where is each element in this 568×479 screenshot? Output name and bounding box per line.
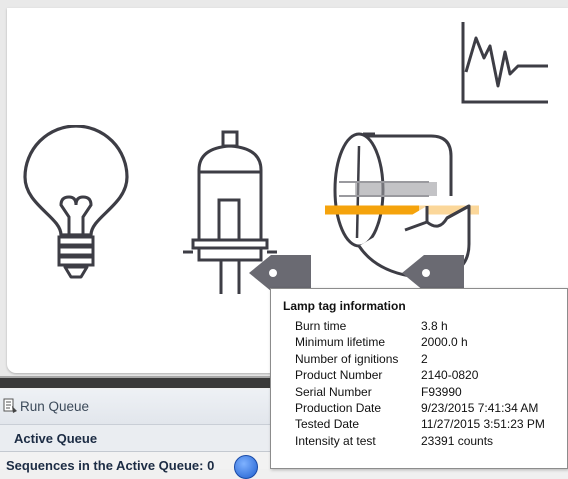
tooltip-row-intensity-at-test: Intensity at test 23391 counts bbox=[271, 434, 567, 449]
tooltip-row-label: Minimum lifetime bbox=[295, 335, 386, 350]
tooltip-row-value: F93990 bbox=[421, 384, 462, 399]
active-queue-label: Active Queue bbox=[14, 431, 98, 446]
tooltip-row-label: Product Number bbox=[295, 368, 383, 383]
tooltip-row-value: 9/23/2015 7:41:34 AM bbox=[421, 401, 539, 415]
tooltip-row-label: Production Date bbox=[295, 401, 382, 415]
lamp-tag-tooltip: Lamp tag information Burn time 3.8 h Minim… bbox=[270, 288, 568, 469]
tooltip-row-value: 23391 counts bbox=[421, 433, 494, 448]
tooltip-row-number-of-ignitions: Number of ignitions 2 bbox=[271, 352, 567, 367]
pause-queue-button[interactable] bbox=[234, 455, 258, 479]
tooltip-row-label: Number of ignitions bbox=[295, 351, 399, 366]
tooltip-row-product-number: Product Number 2140-0820 bbox=[271, 368, 567, 383]
tooltip-row-production-date: Production Date 9/23/2015 7:41:34 AM bbox=[271, 401, 567, 416]
tooltip-row-value: 11/27/2015 3:51:23 PM bbox=[421, 417, 545, 432]
lamp-tag-icon[interactable] bbox=[249, 253, 313, 293]
tooltip-row-label: Intensity at test bbox=[295, 433, 376, 448]
tooltip-title: Lamp tag information bbox=[283, 299, 406, 313]
tooltip-row-label: Tested Date bbox=[295, 417, 360, 432]
signal-chart-icon[interactable] bbox=[460, 22, 550, 112]
tooltip-row-serial-number: Serial Number F93990 bbox=[271, 385, 567, 400]
tooltip-row-label: Burn time bbox=[295, 319, 347, 333]
tooltip-row-minimum-lifetime: Minimum lifetime 2000.0 h bbox=[271, 335, 567, 350]
tooltip-row-tested-date: Tested Date 11/27/2015 3:51:23 PM bbox=[271, 417, 567, 432]
lamp-tag-icon[interactable] bbox=[402, 253, 466, 293]
tooltip-row-value: 3.8 h bbox=[421, 319, 448, 333]
tooltip-row-value: 2000.0 h bbox=[421, 335, 468, 350]
run-queue-icon bbox=[3, 398, 17, 413]
tooltip-row-label: Serial Number bbox=[295, 384, 372, 399]
run-queue-label: Run Queue bbox=[20, 399, 90, 414]
tooltip-row-value: 2 bbox=[421, 351, 428, 366]
light-bulb-icon[interactable] bbox=[21, 125, 131, 285]
tooltip-row-burn-time: Burn time 3.8 h bbox=[271, 319, 567, 334]
tooltip-row-value: 2140-0820 bbox=[421, 368, 479, 383]
sequences-count-label: Sequences in the Active Queue: 0 bbox=[6, 458, 215, 473]
